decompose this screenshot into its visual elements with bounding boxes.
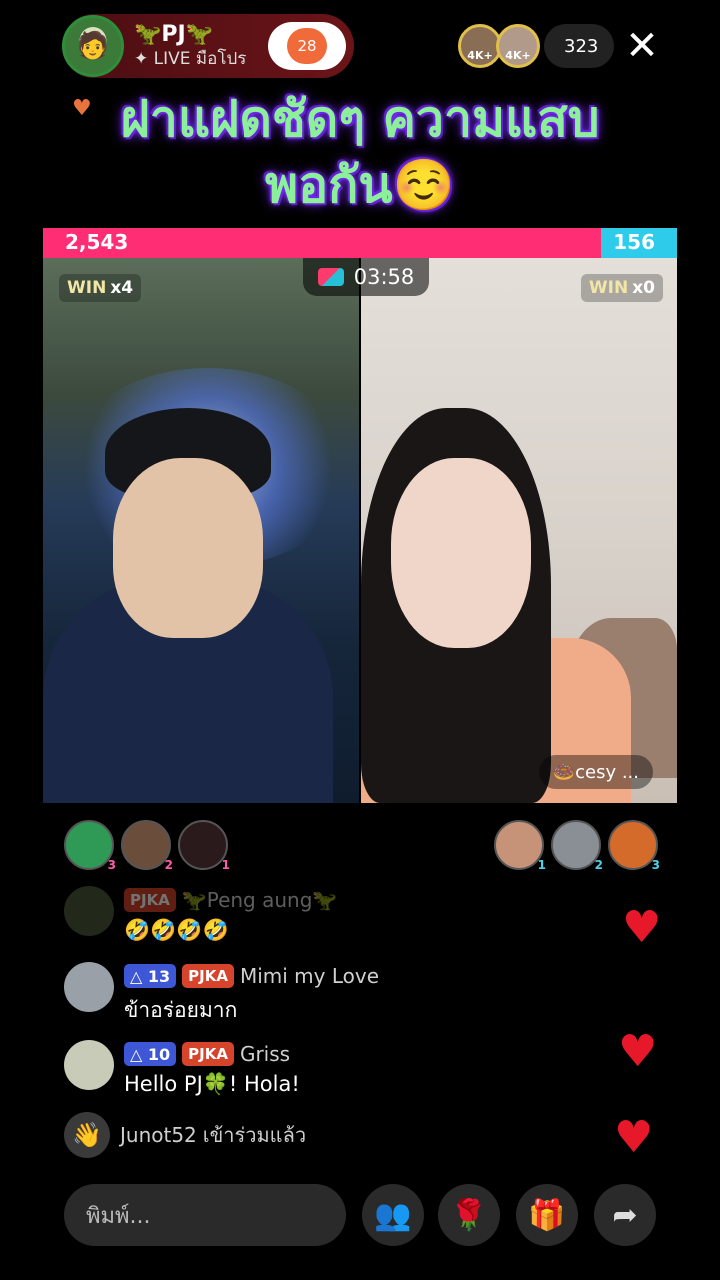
host-figure	[113, 458, 263, 638]
chat-meta: △ 13 PJKA Mimi my Love	[124, 962, 379, 990]
score-left: 2,543	[65, 230, 129, 254]
rose-gift-icon[interactable]: 🌹	[438, 1184, 500, 1246]
host-avatar[interactable]: 🧑	[62, 15, 124, 77]
join-username[interactable]: Junot52	[120, 1123, 197, 1147]
join-notice: 👋 Junot52 เข้าร่วมแล้ว	[64, 1112, 306, 1158]
chat-username[interactable]: Griss	[240, 1042, 290, 1066]
chat-text: 🤣🤣🤣🤣	[124, 918, 229, 942]
guest-name-tag[interactable]: 🍩cesy ...	[538, 755, 653, 789]
chat-text: Hello PJ🍀! Hola!	[124, 1072, 300, 1096]
battle-score-bar: 2,543 156	[43, 228, 677, 258]
heart-icon: ♥	[614, 1112, 654, 1163]
chat-message[interactable]: △ 13 PJKA Mimi my Love ข้าอร่อยมาก	[64, 962, 379, 1027]
heart-count-icon: 28	[287, 28, 327, 64]
fan-badge: PJKA	[182, 964, 234, 988]
wave-icon: 👋	[64, 1112, 110, 1158]
win-multiplier: x0	[632, 278, 655, 298]
chat-username[interactable]: Mimi my Love	[240, 964, 379, 988]
supporter-avatar[interactable]: 2	[551, 820, 603, 872]
guests-icon[interactable]: 👥	[362, 1184, 424, 1246]
host-name: 🦖PJ🦖	[134, 22, 214, 47]
battle-timer: 03:58	[303, 258, 429, 296]
chat-text: ข้าอร่อยมาก	[124, 998, 238, 1022]
win-label: WIN	[67, 278, 107, 298]
comment-placeholder: พิมพ์...	[86, 1203, 151, 1229]
battle-icon	[317, 268, 344, 286]
supporter-avatar[interactable]: 1	[494, 820, 546, 872]
chat-meta: △ 10 PJKA Griss	[124, 1040, 300, 1068]
win-streak-right: WIN x0	[580, 274, 663, 302]
close-icon[interactable]: ✕	[620, 24, 664, 68]
chat-avatar[interactable]	[64, 962, 114, 1012]
supporter-rank: 3	[651, 858, 660, 872]
chat-meta: PJKA 🦖Peng aung🦖	[124, 886, 337, 914]
top-viewers[interactable]: 4K+ 4K+ 323	[458, 22, 615, 70]
supporter-rank: 2	[594, 858, 603, 872]
host-profile[interactable]: 🧑 🦖PJ🦖 ✦ LIVE มือโปร 28	[62, 14, 354, 78]
timer-value: 03:58	[353, 265, 415, 289]
follow-count: 28	[297, 37, 317, 55]
stream-headline: ฝาแฝดชัดๆ ความแสบพอกัน☺️	[120, 90, 600, 214]
fan-badge: PJKA	[124, 888, 176, 912]
supporter-avatar[interactable]: 3	[608, 820, 660, 872]
supporter-rank: 2	[164, 858, 173, 872]
join-text: เข้าร่วมแล้ว	[202, 1123, 307, 1147]
chat-message[interactable]: PJKA 🦖Peng aung🦖 🤣🤣🤣🤣	[64, 886, 337, 943]
supporter-rank: 1	[221, 858, 230, 872]
chat-avatar[interactable]	[64, 1040, 114, 1090]
score-right: 156	[613, 230, 655, 254]
supporters-left: 3 2 1	[64, 820, 235, 872]
supporter-rank: 1	[537, 858, 546, 872]
fan-badge: PJKA	[182, 1042, 234, 1066]
win-label: WIN	[588, 278, 629, 298]
win-multiplier: x4	[110, 278, 134, 298]
supporter-rank: 3	[107, 858, 116, 872]
supporter-avatar[interactable]: 3	[64, 820, 116, 872]
host-subtitle: ✦ LIVE มือโปร	[134, 49, 247, 69]
guest-figure	[391, 458, 531, 648]
heart-icon: ♥	[618, 1026, 658, 1077]
win-streak-left: WIN x4	[59, 274, 142, 302]
viewer-avatar[interactable]: 4K+	[496, 24, 540, 68]
supporters-right: 1 2 3	[494, 820, 665, 872]
heart-icon: ♥	[622, 902, 662, 953]
viewer-badge: 4K+	[467, 49, 493, 62]
comment-input[interactable]: พิมพ์...	[64, 1184, 346, 1246]
supporter-avatar[interactable]: 2	[121, 820, 173, 872]
chat-avatar[interactable]	[64, 886, 114, 936]
viewer-count[interactable]: 323	[544, 24, 615, 68]
chat-message[interactable]: △ 10 PJKA Griss Hello PJ🍀! Hola!	[64, 1040, 300, 1097]
level-badge: △ 10	[124, 1042, 177, 1066]
gift-icon[interactable]: 🎁	[516, 1184, 578, 1246]
chat-username[interactable]: 🦖Peng aung🦖	[182, 888, 338, 912]
share-icon[interactable]: ➦	[594, 1184, 656, 1246]
host-info: 🦖PJ🦖 ✦ LIVE มือโปร	[134, 22, 246, 70]
follow-button[interactable]: 28	[268, 22, 346, 70]
host-video[interactable]: WIN x4	[43, 258, 359, 803]
level-badge: △ 13	[124, 964, 177, 988]
viewer-badge: 4K+	[505, 49, 531, 62]
supporter-avatar[interactable]: 1	[178, 820, 230, 872]
guest-video[interactable]: WIN x0 🍩cesy ...	[361, 258, 677, 803]
